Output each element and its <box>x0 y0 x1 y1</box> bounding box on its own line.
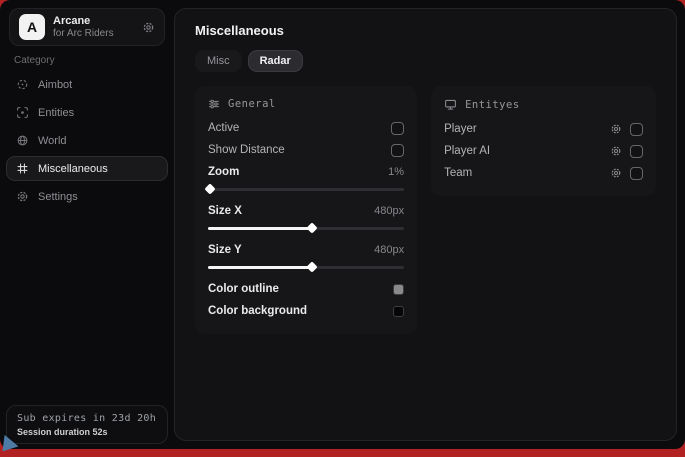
team-label: Team <box>444 167 472 179</box>
zoom-label: Zoom <box>208 166 239 178</box>
grid-icon <box>16 162 29 175</box>
gear-icon[interactable] <box>610 123 622 135</box>
general-card-title: General <box>228 98 276 110</box>
show-distance-checkbox[interactable] <box>391 144 404 157</box>
color-background-label: Color background <box>208 305 307 317</box>
active-checkbox[interactable] <box>391 122 404 135</box>
gear-icon[interactable] <box>142 21 155 34</box>
monitor-icon <box>444 98 457 111</box>
tab-misc[interactable]: Misc <box>195 50 242 72</box>
sidebar: A Arcane for Arc Riders Category Aimbot <box>0 0 174 449</box>
sidebar-item-label: Aimbot <box>38 79 72 91</box>
zoom-slider[interactable] <box>208 188 404 191</box>
zoom-row: Zoom 1% <box>208 161 404 183</box>
app-subtitle: for Arc Riders <box>53 28 134 40</box>
session-duration-text: Session duration 52s <box>17 427 157 437</box>
color-outline-label: Color outline <box>208 283 279 295</box>
gear-icon <box>16 190 29 203</box>
size-y-slider-handle[interactable] <box>306 261 317 272</box>
sidebar-item-label: Entities <box>38 107 74 119</box>
sidebar-item-world[interactable]: World <box>6 128 168 153</box>
gear-icon[interactable] <box>610 167 622 179</box>
page-title: Miscellaneous <box>195 23 656 38</box>
size-y-label: Size Y <box>208 244 242 256</box>
show-distance-row: Show Distance <box>208 139 404 161</box>
sidebar-item-label: Miscellaneous <box>38 163 108 175</box>
category-label: Category <box>14 55 55 66</box>
entities-card-title: Entityes <box>465 99 520 111</box>
sub-expires-text: Sub expires in 23d 20h <box>17 413 157 424</box>
size-x-row: Size X 480px <box>208 200 404 222</box>
player-ai-label: Player AI <box>444 145 490 157</box>
app-title: Arcane <box>53 15 134 28</box>
size-x-label: Size X <box>208 205 242 217</box>
team-row: Team <box>444 162 643 184</box>
show-distance-label: Show Distance <box>208 144 285 156</box>
color-background-swatch[interactable] <box>393 306 404 317</box>
color-outline-swatch[interactable] <box>393 284 404 295</box>
size-y-slider[interactable] <box>208 266 404 269</box>
active-row: Active <box>208 117 404 139</box>
zoom-value: 1% <box>388 166 404 178</box>
scan-eye-icon <box>16 106 29 119</box>
globe-icon <box>16 134 29 147</box>
logo-card: A Arcane for Arc Riders <box>9 8 165 46</box>
team-checkbox[interactable] <box>630 167 643 180</box>
sliders-icon <box>208 98 220 110</box>
sidebar-item-label: Settings <box>38 191 78 203</box>
gear-icon[interactable] <box>610 145 622 157</box>
color-background-row: Color background <box>208 300 404 322</box>
entities-card: Entityes Player Player AI <box>431 86 656 196</box>
general-card: General Active Show Distance Zoom 1% <box>195 86 417 334</box>
app-logo: A <box>19 14 45 40</box>
player-checkbox[interactable] <box>630 123 643 136</box>
size-x-slider[interactable] <box>208 227 404 230</box>
sidebar-item-settings[interactable]: Settings <box>6 184 168 209</box>
sidebar-item-entities[interactable]: Entities <box>6 100 168 125</box>
active-label: Active <box>208 122 239 134</box>
player-ai-row: Player AI <box>444 140 643 162</box>
main-panel: Miscellaneous Misc Radar General Active <box>174 8 677 441</box>
size-x-slider-handle[interactable] <box>306 222 317 233</box>
player-label: Player <box>444 123 477 135</box>
crosshair-icon <box>16 78 29 91</box>
sidebar-item-label: World <box>38 135 67 147</box>
color-outline-row: Color outline <box>208 278 404 300</box>
app-window: A Arcane for Arc Riders Category Aimbot <box>0 0 685 449</box>
sidebar-nav: Aimbot Entities World Miscellaneous <box>6 72 168 209</box>
size-y-value: 480px <box>374 244 404 256</box>
zoom-slider-handle[interactable] <box>204 183 215 194</box>
player-ai-checkbox[interactable] <box>630 145 643 158</box>
subscription-card: Sub expires in 23d 20h Session duration … <box>6 405 168 444</box>
size-y-row: Size Y 480px <box>208 239 404 261</box>
tab-bar: Misc Radar <box>195 50 656 72</box>
player-row: Player <box>444 118 643 140</box>
tab-radar[interactable]: Radar <box>248 50 303 72</box>
sidebar-item-aimbot[interactable]: Aimbot <box>6 72 168 97</box>
size-x-value: 480px <box>374 205 404 217</box>
sidebar-item-miscellaneous[interactable]: Miscellaneous <box>6 156 168 181</box>
